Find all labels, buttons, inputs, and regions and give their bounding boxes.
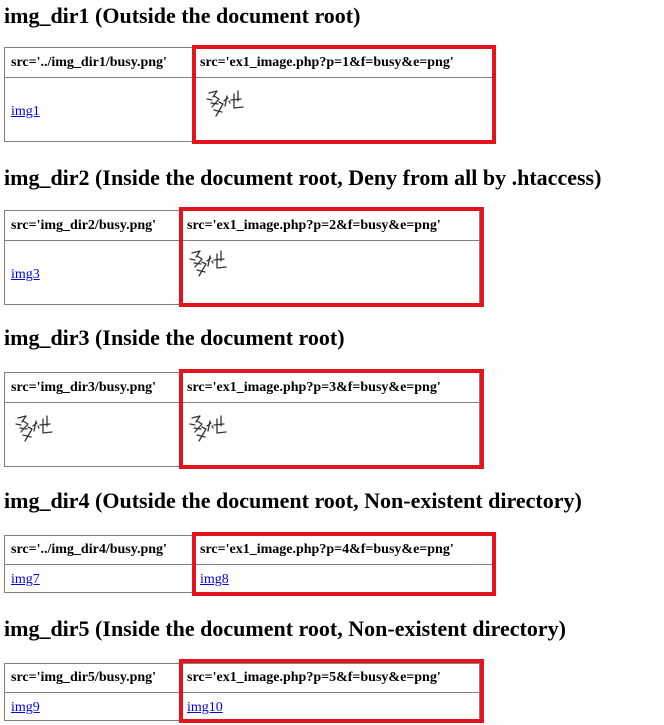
col1-header: src='img_dir5/busy.png'	[5, 664, 181, 693]
col1-cell: img1	[5, 78, 194, 141]
busy-glyph-image	[12, 413, 58, 453]
image-table-img-dir1: src='../img_dir1/busy.png' src='ex1_imag…	[4, 47, 494, 142]
image-link-img9[interactable]: img9	[5, 700, 40, 715]
col1-header: src='../img_dir4/busy.png'	[5, 536, 194, 565]
image-link-img10[interactable]: img10	[181, 700, 223, 715]
col1-cell: img9	[5, 693, 181, 720]
col2-cell: img8	[194, 565, 493, 592]
section-heading-img-dir5: img_dir5 (Inside the document root, Non-…	[4, 616, 566, 641]
section-heading-img-dir4: img_dir4 (Outside the document root, Non…	[4, 488, 582, 513]
col2-header: src='ex1_image.php?p=4&f=busy&e=png'	[194, 536, 493, 565]
col2-header: src='ex1_image.php?p=2&f=busy&e=png'	[181, 211, 479, 241]
busy-glyph-image	[186, 248, 232, 288]
col1-header: src='../img_dir1/busy.png'	[5, 48, 194, 78]
col1-header: src='img_dir2/busy.png'	[5, 211, 181, 241]
col1-header: src='img_dir3/busy.png'	[5, 373, 181, 403]
busy-glyph-image	[203, 88, 249, 128]
col2-header: src='ex1_image.php?p=3&f=busy&e=png'	[181, 373, 479, 403]
image-table-img-dir2: src='img_dir2/busy.png' src='ex1_image.p…	[4, 210, 480, 305]
image-link-img3[interactable]: img3	[5, 267, 40, 282]
col2-header: src='ex1_image.php?p=5&f=busy&e=png'	[181, 664, 479, 693]
image-link-img1[interactable]: img1	[5, 104, 40, 119]
busy-glyph-image	[186, 413, 232, 453]
image-link-img8[interactable]: img8	[194, 572, 229, 587]
section-heading-img-dir3: img_dir3 (Inside the document root)	[4, 325, 345, 350]
section-heading-img-dir2: img_dir2 (Inside the document root, Deny…	[4, 165, 602, 190]
col2-header: src='ex1_image.php?p=1&f=busy&e=png'	[194, 48, 493, 78]
image-link-img7[interactable]: img7	[5, 572, 40, 587]
col2-cell: img10	[181, 693, 479, 720]
col1-cell: img3	[5, 241, 181, 304]
image-table-img-dir5: src='img_dir5/busy.png' src='ex1_image.p…	[4, 663, 480, 721]
image-table-img-dir3: src='img_dir3/busy.png' src='ex1_image.p…	[4, 372, 480, 467]
col1-cell: img7	[5, 565, 194, 592]
section-heading-img-dir1: img_dir1 (Outside the document root)	[4, 3, 361, 28]
image-table-img-dir4: src='../img_dir4/busy.png' src='ex1_imag…	[4, 535, 494, 593]
